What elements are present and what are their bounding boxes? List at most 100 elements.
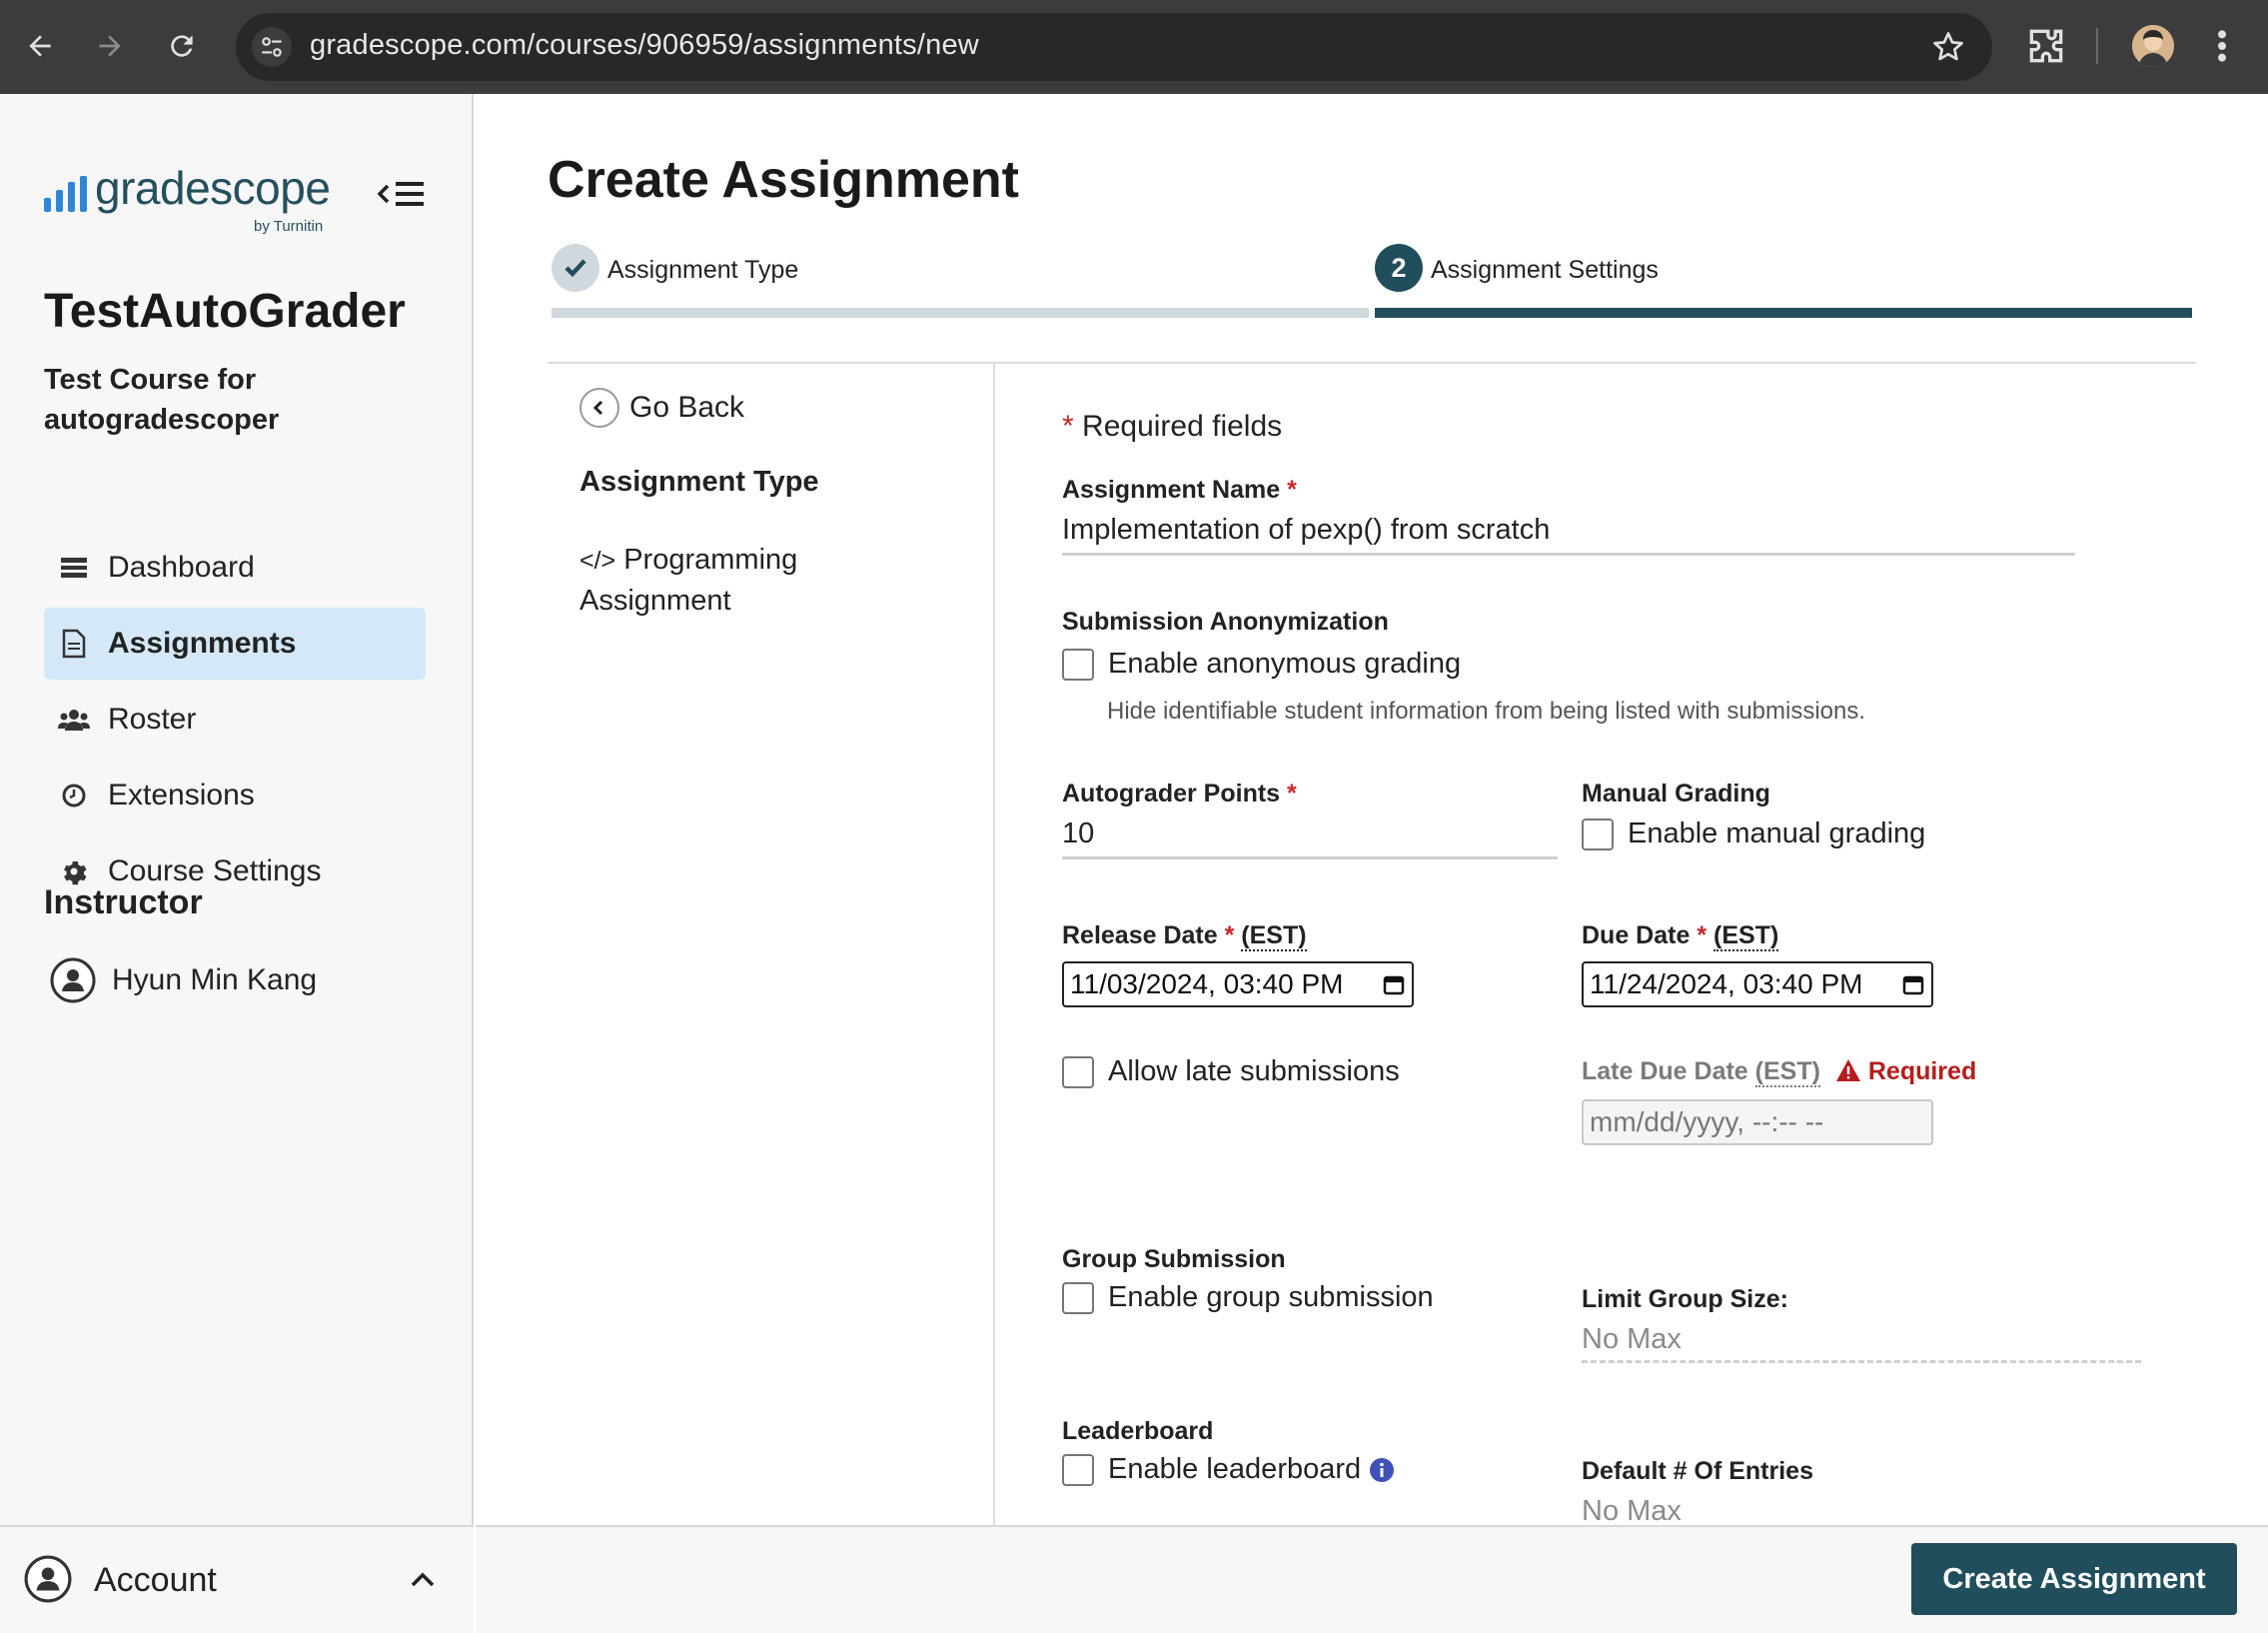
sidebar: gradescope by Turnitin TestAutoGrader Te… — [0, 94, 474, 1633]
release-date-input[interactable]: 11/03/2024, 03:40 PM — [1062, 961, 1414, 1007]
page-title: Create Assignment — [548, 151, 1019, 209]
go-back-label: Go Back — [629, 391, 745, 424]
autograder-points-label: Autograder Points * — [1062, 780, 1297, 808]
autograder-points-input[interactable]: 10 — [1062, 817, 1558, 859]
assignment-type-value: </> Programming Assignment — [579, 540, 859, 621]
late-submissions-label: Allow late submissions — [1108, 1055, 1400, 1087]
group-submission-checkbox[interactable] — [1062, 1281, 1094, 1314]
assignment-type-heading: Assignment Type — [579, 466, 819, 498]
sidebar-item-label: Extensions — [108, 779, 255, 812]
course-subtitle: Test Course for autogradescoper — [44, 364, 280, 436]
collapse-sidebar-icon[interactable] — [376, 174, 428, 214]
assignment-name-label: Assignment Name * — [1062, 476, 1297, 504]
leaderboard-checkbox[interactable] — [1062, 1453, 1094, 1486]
late-submissions-row[interactable]: Allow late submissions — [1062, 1055, 1400, 1088]
late-due-date-placeholder: mm/dd/yyyy, --:-- -- — [1590, 1106, 1824, 1137]
anonymous-grading-checkbox[interactable] — [1062, 648, 1094, 681]
anonymous-grading-help: Hide identifiable student information fr… — [1107, 698, 1866, 725]
default-entries-label: Default # Of Entries — [1582, 1457, 1813, 1485]
late-due-date-input[interactable]: mm/dd/yyyy, --:-- -- — [1582, 1099, 1933, 1145]
user-avatar-icon — [50, 957, 96, 1003]
sidebar-item-dashboard[interactable]: Dashboard — [44, 532, 426, 604]
chevron-left-icon — [579, 388, 619, 428]
users-icon — [58, 704, 90, 736]
checkmark-icon — [552, 244, 599, 292]
site-info-icon[interactable] — [252, 27, 292, 67]
gradescope-logo[interactable]: gradescope by Turnitin — [44, 162, 331, 235]
step-assignment-type: Assignment Type — [607, 256, 799, 284]
extensions-icon[interactable] — [2024, 24, 2068, 68]
browser-toolbar: gradescope.com/courses/906959/assignment… — [0, 0, 2268, 94]
due-date-value: 11/24/2024, 03:40 PM — [1590, 968, 1863, 999]
manual-grading-checkbox[interactable] — [1582, 817, 1614, 850]
manual-grading-checkbox-label: Enable manual grading — [1628, 817, 1926, 849]
warning-icon — [1835, 1059, 1860, 1081]
go-back-button[interactable]: Go Back — [579, 388, 744, 428]
forward-button[interactable] — [86, 22, 134, 70]
release-date-value: 11/03/2024, 03:40 PM — [1070, 968, 1344, 999]
sidebar-item-roster[interactable]: Roster — [44, 684, 426, 756]
logo-subtitle: by Turnitin — [254, 218, 324, 235]
arrow-left-icon — [29, 35, 51, 57]
submission-anonymization-label: Submission Anonymization — [1062, 608, 1389, 636]
sidebar-item-label: Dashboard — [108, 551, 255, 584]
calendar-icon[interactable] — [1901, 972, 1925, 996]
url-text[interactable]: gradescope.com/courses/906959/assignment… — [310, 29, 979, 62]
arrow-right-icon — [99, 35, 121, 57]
leaderboard-checkbox-label: Enable leaderboard — [1108, 1453, 1362, 1485]
group-submission-checkbox-label: Enable group submission — [1108, 1281, 1434, 1313]
course-title[interactable]: TestAutoGrader — [44, 284, 406, 339]
reload-button[interactable] — [158, 22, 206, 70]
code-icon: </> — [579, 547, 616, 575]
step-1-progress-bar — [552, 308, 1369, 318]
info-icon[interactable] — [1369, 1457, 1395, 1483]
step-2-progress-bar — [1375, 308, 2192, 318]
sidebar-item-label: Assignments — [108, 627, 297, 660]
account-label: Account — [94, 1561, 217, 1599]
reload-icon — [171, 35, 193, 57]
manual-grading-row[interactable]: Enable manual grading — [1582, 817, 1925, 850]
document-icon — [58, 628, 90, 660]
action-bar: Create Assignment — [476, 1525, 2268, 1633]
step-assignment-settings: Assignment Settings — [1431, 256, 1659, 284]
logo-wordmark: gradescope — [95, 162, 331, 214]
menu-dots-icon[interactable] — [2210, 26, 2234, 66]
account-menu[interactable]: Account — [0, 1525, 474, 1633]
chevron-up-icon — [411, 1572, 435, 1587]
create-assignment-button[interactable]: Create Assignment — [1911, 1543, 2237, 1615]
instructor-heading: Instructor — [44, 883, 203, 921]
required-fields-note: * Required fields — [1062, 410, 1283, 443]
assignment-name-input[interactable]: Implementation of pexp() from scratch — [1062, 514, 2075, 556]
main-content: Create Assignment Assignment Type 2 Assi… — [476, 94, 2268, 1633]
calendar-icon[interactable] — [1382, 972, 1406, 996]
sidebar-item-extensions[interactable]: Extensions — [44, 760, 426, 831]
group-submission-label: Group Submission — [1062, 1245, 1286, 1273]
divider — [548, 362, 2196, 364]
anonymous-grading-label: Enable anonymous grading — [1108, 648, 1462, 680]
late-due-date-label: Late Due Date (EST) Required — [1582, 1057, 1977, 1087]
leaderboard-row[interactable]: Enable leaderboard — [1062, 1453, 1395, 1486]
leaderboard-label: Leaderboard — [1062, 1417, 1214, 1445]
late-submissions-checkbox[interactable] — [1062, 1055, 1094, 1088]
due-date-label: Due Date * (EST) — [1582, 921, 1779, 951]
manual-grading-label: Manual Grading — [1582, 780, 1770, 808]
sidebar-nav: Dashboard Assignments Roster Extensions … — [44, 532, 426, 911]
account-avatar-icon — [24, 1555, 72, 1603]
anonymous-grading-row[interactable]: Enable anonymous grading — [1062, 648, 1461, 681]
group-submission-row[interactable]: Enable group submission — [1062, 1281, 1434, 1314]
sidebar-item-label: Roster — [108, 703, 197, 736]
instructor-name: Hyun Min Kang — [112, 963, 318, 996]
toolbar-separator — [2096, 28, 2098, 64]
bookmark-star-icon[interactable] — [1930, 29, 1966, 65]
profile-avatar[interactable] — [2132, 25, 2174, 67]
due-date-input[interactable]: 11/24/2024, 03:40 PM — [1582, 961, 1933, 1007]
dashboard-icon — [58, 552, 90, 584]
address-bar[interactable]: gradescope.com/courses/906959/assignment… — [236, 13, 1992, 81]
instructor-item[interactable]: Hyun Min Kang — [50, 957, 317, 1003]
back-button[interactable] — [16, 22, 64, 70]
sidebar-item-assignments[interactable]: Assignments — [44, 608, 426, 680]
limit-group-size-label: Limit Group Size: — [1582, 1285, 1788, 1313]
late-due-required-warning: Required — [1867, 1057, 1977, 1085]
limit-group-size-input[interactable]: No Max — [1582, 1323, 2141, 1363]
clock-icon — [58, 780, 90, 812]
